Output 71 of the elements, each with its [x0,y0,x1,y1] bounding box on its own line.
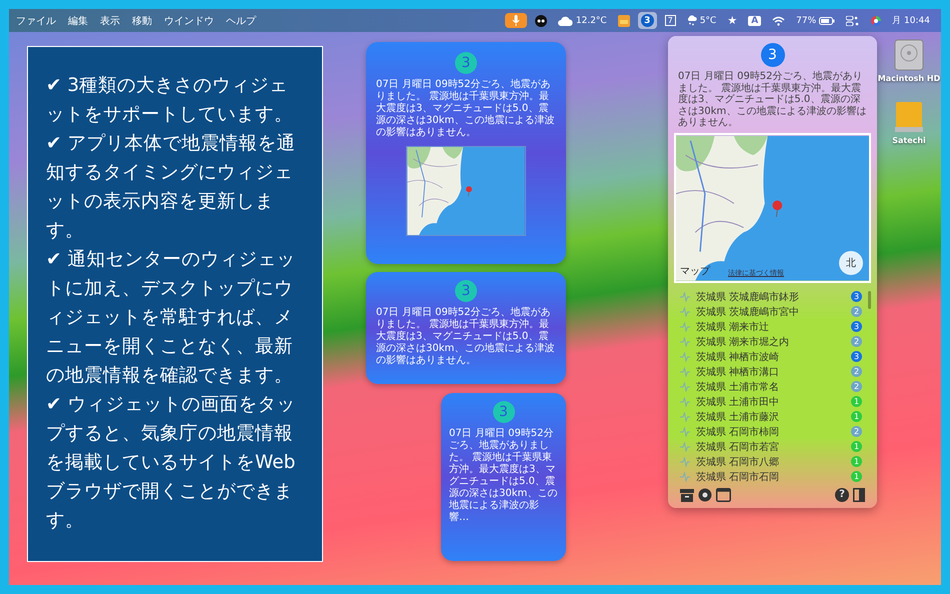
location-row[interactable]: 茨城県 石岡市柿岡 2 [680,424,862,439]
intensity-badge: 3 [492,401,514,423]
status-item[interactable]: ★ [724,12,740,29]
feature-text: ✔ アプリ本体で地震情報を通知するタイミングにウィジェットの表示内容を更新します。 [46,132,296,243]
folder-icon [618,14,630,26]
menu-item[interactable]: 表示 [97,12,123,28]
settings-icon[interactable] [698,488,712,502]
earthquake-description: 07日 月曜日 09時52分ごろ、地震がありました。 震源地は千葉県東方沖。最大震度は3、マグニチュードは5.0、震源の深さは30km、この地震による津波の影響はありません。 [376,307,556,367]
intensity-badge: 3 [455,280,477,302]
location-row[interactable]: 茨城県 茨城鹿嶋市鉢形 3 [680,289,862,304]
location-row[interactable]: 茨城県 土浦市田中 1 [680,394,862,409]
location-row[interactable]: 茨城県 土浦市藤沢 1 [680,409,862,424]
intensity-badge: 2 [851,426,862,437]
intensity-badge: 1 [851,396,862,407]
door-icon[interactable] [853,488,865,502]
intensity-badge: 1 [851,411,862,422]
status-item[interactable]: 3 [638,12,657,29]
archive-icon[interactable] [680,488,694,502]
status-item[interactable]: A [745,14,764,28]
intensity-badge: 1 [851,471,862,482]
intensity-badge: 2 [851,366,862,377]
app-icon [534,14,547,26]
location-row[interactable]: 茨城県 土浦市常名 2 [680,379,862,394]
wifi-icon [772,16,786,26]
earthquake-description: 07日 月曜日 09時52分ごろ、地震がありました。 震源地は千葉県東方沖。最大震度は3、マグニチュードは5.0、震源の深さは30km、この地震による津波の影響はありません。 [376,79,556,139]
menu-item[interactable]: ウインドウ [161,12,217,28]
intensity-badge: 3 [851,321,862,332]
microphone-icon [512,15,520,26]
control-center-icon [846,16,860,26]
scroll-bar[interactable] [868,291,871,309]
menu-item[interactable]: ヘルプ [223,12,259,28]
help-button[interactable]: ? [835,488,849,502]
location-row[interactable]: 茨城県 神栖市波崎 3 [680,349,862,364]
intensity-badge: 1 [851,456,862,467]
earthquake-description: 07日 月曜日 09時52分ごろ、地震がありました。 震源地は千葉県東方沖。最大震度は3、マグニチュードは5.0、震源の深さは30km、この地震による津波の影響はありません。 [677,71,868,128]
location-row[interactable]: 茨城県 石岡市石岡 1 [680,469,862,484]
intensity-badge: 2 [851,381,862,392]
location-row[interactable]: 茨城県 神栖市溝口 2 [680,364,862,379]
feature-text: ✔ 3種類の大きさのウィジェットをサポートしています。 [46,74,294,127]
map-attribution: マップ [680,264,710,278]
earthquake-widget[interactable]: 3 07日 月曜日 09時52分ごろ、地震がありました。 震源地は千葉県東方沖。最大震度は3、マグニチュードは5.0、震源の深さは30km、この地震による津波の影響はありません。 [366,272,566,384]
status-item[interactable]: 12.2°C [554,14,610,28]
location-row[interactable]: 茨城県 潮来市辻 3 [680,319,862,334]
intensity-badge: 2 [851,306,862,317]
status-item[interactable]: 7 [662,13,679,28]
menu-item[interactable]: 移動 [129,12,155,28]
intensity-badge: 3 [760,43,784,67]
earthquake-widget[interactable]: 3 07日 月曜日 09時52分ごろ、地震がありました。 震源地は千葉県東方沖。最大震度は3、マグニチュードは5.0、震源の深さは30km、この地震による津波の影響… [441,393,566,561]
intensity-badge: 3 [455,52,477,74]
cloud-icon [558,16,573,26]
earthquake-description: 07日 月曜日 09時52分ごろ、地震がありました。 震源地は千葉県東方沖。最大震度は3、マグニチュードは5.0、震源の深さは30km、この地震による津波の影響… [449,428,558,524]
intensity-badge: 3 [851,351,862,362]
location-row[interactable]: 茨城県 潮来市堀之内 2 [680,334,862,349]
snow-cloud-icon [686,15,697,26]
color-wheel-icon [871,16,882,26]
window-icon[interactable] [716,488,731,502]
status-item[interactable]: 77% [793,14,838,28]
status-item[interactable]: 月 10:44 [889,12,933,29]
intensity-badge: 2 [851,336,862,347]
feature-text: ✔ ウィジェットの画面をタップすると、気象庁の地震情報を掲載しているサイトをWebブラウザで開くことができます。 [46,393,296,533]
battery-icon [819,16,836,24]
intensity-badge: 3 [851,291,862,302]
status-item[interactable]: 5°C [684,13,720,28]
feature-text: ✔ 通知センターのウィジェットに加え、デスクトップにウィジェットを常駐すれば、メニューを開くことなく、最新の地震情報を確認できます。 [46,248,296,388]
location-row[interactable]: 茨城県 茨城鹿嶋市宮中 2 [680,304,862,319]
location-row[interactable]: 茨城県 石岡市八郷 1 [680,454,862,469]
menu-item[interactable]: ファイル [13,12,59,28]
intensity-badge: 1 [851,441,862,452]
location-row[interactable]: 茨城県 石岡市若宮 1 [680,439,862,454]
menu-item[interactable]: 編集 [65,12,91,28]
earthquake-widget[interactable]: 3 07日 月曜日 09時52分ごろ、地震がありました。 震源地は千葉県東方沖。最大震度は3、マグニチュードは5.0、震源の深さは30km、この地震による津波の影響はありません。 [366,42,566,264]
